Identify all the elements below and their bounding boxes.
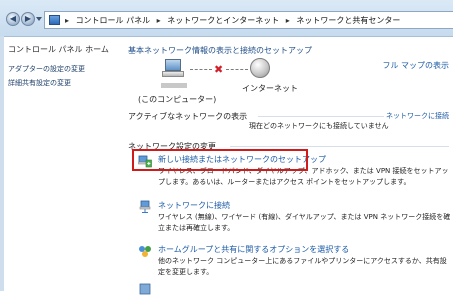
computer-icon (162, 59, 184, 79)
forward-arrow-icon[interactable]: ▶ (21, 12, 35, 26)
sidebar-item-advanced-sharing[interactable]: 詳細共有設定の変更 (8, 78, 71, 88)
full-map-link[interactable]: フル マップの表示 (382, 60, 449, 71)
breadcrumb-network-internet[interactable]: ネットワークとインターネット (167, 16, 279, 25)
no-connection-status: 現在どのネットワークにも接続していません (249, 122, 389, 130)
homegroup-sharing-link[interactable]: ホームグループと共有に関するオプションを選択する (158, 244, 349, 255)
address-bar[interactable]: ▸ コントロール パネル ▸ ネットワークとインターネット ▸ ネットワークと共… (44, 11, 453, 29)
connect-network-link[interactable]: ネットワークに接続 (158, 200, 230, 211)
computer-base (162, 71, 184, 77)
globe-icon (250, 58, 270, 78)
control-panel-icon (49, 15, 60, 25)
divider (230, 146, 449, 147)
breadcrumb-separator[interactable]: ▸ (286, 16, 290, 25)
disconnected-x-icon: ✖ (214, 63, 224, 76)
connect-network-description: ワイヤレス (無線)、ワイヤード (有線)、ダイヤルアップ、または VPN ネッ… (158, 213, 451, 232)
breadcrumb-control-panel[interactable]: コントロール パネル (76, 16, 151, 25)
sidebar-item-adapter-settings[interactable]: アダプターの設定の変更 (8, 64, 85, 74)
navigation-bar: ◀ ▶ ▸ コントロール パネル ▸ ネットワークとインターネット ▸ ネットワ… (0, 0, 453, 37)
troubleshoot-icon (139, 283, 151, 295)
homegroup-sharing-description: 他のネットワーク コンピューター上にあるファイルやプリンターにアクセスするか、共… (158, 257, 447, 276)
back-arrow-icon[interactable]: ◀ (6, 12, 20, 26)
computer-name-redacted (161, 83, 187, 88)
network-connect-icon (139, 200, 151, 213)
breadcrumb-network-sharing-center[interactable]: ネットワークと共有センター (296, 16, 400, 25)
connect-to-network-link[interactable]: ネットワークに接続 (386, 111, 449, 121)
sidebar-home-link[interactable]: コントロール パネル ホーム (8, 44, 109, 55)
computer-screen (165, 59, 181, 71)
breadcrumb-separator[interactable]: ▸ (157, 16, 161, 25)
connection-line-left (190, 69, 212, 70)
page-title: 基本ネットワーク情報の表示と接続のセットアップ (128, 46, 312, 55)
highlight-box (132, 149, 308, 171)
recent-pages-dropdown[interactable] (36, 17, 42, 21)
computer-label: (このコンピューター) (138, 95, 217, 104)
sidebar: コントロール パネル ホーム アダプターの設定の変更 詳細共有設定の変更 (4, 37, 118, 291)
homegroup-icon (139, 246, 151, 257)
divider (258, 116, 384, 117)
connection-line-right (226, 69, 248, 70)
breadcrumb: ▸ コントロール パネル ▸ ネットワークとインターネット ▸ ネットワークと共… (65, 15, 404, 26)
active-networks-heading: アクティブなネットワークの表示 (128, 112, 248, 121)
internet-label: インターネット (242, 84, 298, 93)
breadcrumb-separator[interactable]: ▸ (65, 16, 69, 25)
